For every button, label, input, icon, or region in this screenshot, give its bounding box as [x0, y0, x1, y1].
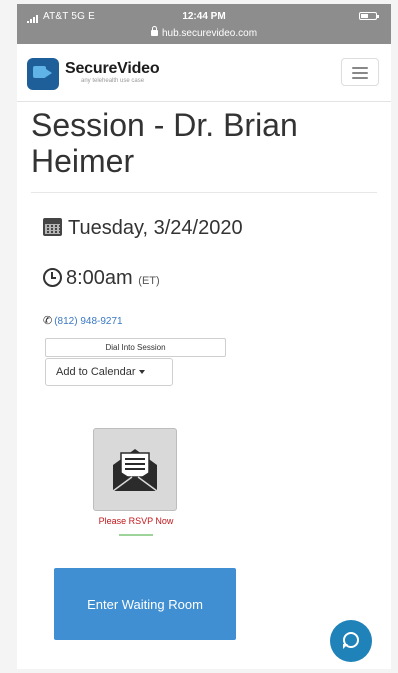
calendar-icon: [43, 218, 62, 236]
add-to-calendar-dropdown[interactable]: Add to Calendar: [45, 358, 173, 386]
title-divider: [31, 192, 377, 193]
page-title: Session - Dr. Brian Heimer: [31, 107, 298, 179]
brand-name[interactable]: SecureVideo: [65, 60, 160, 78]
rsvp-button[interactable]: [93, 428, 177, 511]
phone-icon: ✆: [43, 315, 53, 327]
session-date: Tuesday, 3/24/2020: [43, 217, 243, 240]
screenshot-frame: AT&T 5G E 12:44 PM hub.securevideo.com S…: [0, 0, 398, 673]
video-camera-icon[interactable]: [27, 58, 59, 90]
session-date-text: Tuesday, 3/24/2020: [68, 217, 243, 239]
session-time: 8:00am (ET): [43, 267, 160, 290]
add-to-calendar-label: Add to Calendar: [56, 366, 136, 378]
hamburger-menu-icon-bar: [352, 77, 368, 79]
phone-screen: AT&T 5G E 12:44 PM hub.securevideo.com S…: [17, 4, 391, 669]
caret-down-icon: [138, 370, 145, 375]
hamburger-menu-button[interactable]: [341, 58, 379, 86]
phone-link[interactable]: ✆ (812) 948-9271: [43, 314, 123, 327]
clock-icon: [43, 268, 62, 287]
battery-icon: [359, 12, 379, 20]
hamburger-menu-icon: [352, 67, 368, 69]
rsvp-underline: [119, 534, 153, 536]
brand-tagline: any telehealth use case: [81, 78, 145, 84]
lock-icon: [150, 26, 158, 37]
session-time-text: 8:00am: [66, 267, 133, 289]
address-bar[interactable]: hub.securevideo.com: [17, 26, 391, 39]
time-zone: (ET): [138, 275, 160, 287]
rsvp-label[interactable]: Please RSVP Now: [81, 516, 191, 526]
site-header: SecureVideo any telehealth use case: [17, 44, 391, 102]
enter-waiting-room-button[interactable]: Enter Waiting Room: [54, 568, 236, 640]
status-time: 12:44 PM: [182, 11, 226, 22]
chat-bubble-icon: [343, 632, 359, 649]
chat-button[interactable]: [330, 620, 372, 662]
phone-number[interactable]: (812) 948-9271: [54, 316, 122, 327]
status-bar: AT&T 5G E 12:44 PM hub.securevideo.com: [17, 4, 391, 44]
hamburger-menu-icon-bar: [352, 72, 368, 74]
envelope-icon: [112, 449, 158, 492]
dial-into-session-button[interactable]: Dial Into Session: [45, 338, 226, 357]
url-text: hub.securevideo.com: [161, 28, 258, 39]
